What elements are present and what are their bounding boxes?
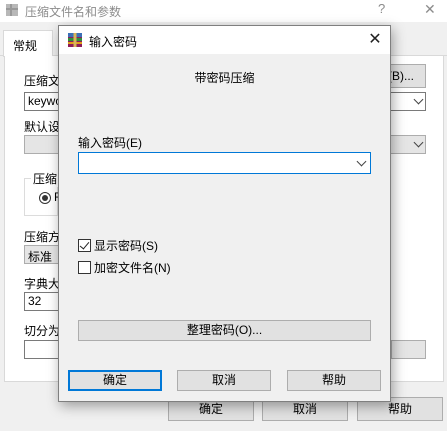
- archive-name-label: 压缩文: [24, 74, 61, 88]
- ok-button[interactable]: 确定: [68, 370, 162, 391]
- archive-name-dropdown-icon[interactable]: [413, 94, 424, 105]
- archive-name-value: keywo: [28, 94, 63, 108]
- method-label: 压缩方: [24, 230, 61, 244]
- dialog-titlebar: 输入密码 ✕: [59, 26, 390, 54]
- password-dropdown-icon[interactable]: [356, 156, 367, 167]
- dictionary-label: 字典大: [24, 277, 61, 291]
- cancel-button[interactable]: 取消: [177, 370, 271, 391]
- bg-window-title: 压缩文件名和参数: [25, 5, 122, 19]
- encrypt-filenames-checkbox[interactable]: [78, 261, 91, 274]
- dictionary-value: 32: [28, 294, 42, 308]
- profile-dropdown-icon[interactable]: [413, 137, 424, 148]
- bg-help-icon[interactable]: ?: [378, 1, 385, 16]
- split-label: 切分为: [24, 324, 61, 338]
- dialog-close-icon[interactable]: ✕: [365, 30, 385, 50]
- encrypt-filenames-label: 加密文件名(N): [94, 261, 171, 275]
- help-button[interactable]: 帮助: [287, 370, 381, 391]
- format-group-label: 压缩: [31, 170, 60, 187]
- organize-passwords-button[interactable]: 整理密码(O)...: [78, 320, 371, 341]
- encrypt-filenames-checkbox-row[interactable]: 加密文件名(N): [78, 259, 171, 276]
- winrar-icon: [68, 33, 82, 47]
- show-password-label: 显示密码(S): [94, 239, 158, 253]
- password-label: 输入密码(E): [78, 136, 142, 150]
- default-settings-label: 默认设: [24, 120, 61, 134]
- method-value: 标准: [28, 250, 53, 264]
- dialog-title: 输入密码: [89, 35, 138, 49]
- tab-general[interactable]: 常规: [3, 30, 53, 57]
- show-password-checkbox[interactable]: [78, 239, 91, 252]
- enter-password-dialog: 输入密码 ✕ 带密码压缩 输入密码(E) 显示密码(S) 加密文件名(N) 整理…: [58, 25, 391, 402]
- format-rar-radio[interactable]: [39, 192, 51, 204]
- dictionary-combo[interactable]: 32: [24, 292, 59, 311]
- winrar-app-icon: [6, 4, 18, 16]
- split-combo[interactable]: [24, 340, 59, 359]
- show-password-checkbox-row[interactable]: 显示密码(S): [78, 237, 158, 254]
- dialog-subtitle: 带密码压缩: [194, 71, 255, 85]
- bg-titlebar: 压缩文件名和参数 ? ✕: [0, 0, 447, 22]
- password-input[interactable]: [79, 153, 349, 173]
- password-combo[interactable]: [78, 152, 371, 174]
- bg-right-combo[interactable]: [391, 340, 426, 359]
- method-combo[interactable]: 标准: [24, 245, 59, 264]
- bg-close-icon[interactable]: ✕: [424, 1, 436, 18]
